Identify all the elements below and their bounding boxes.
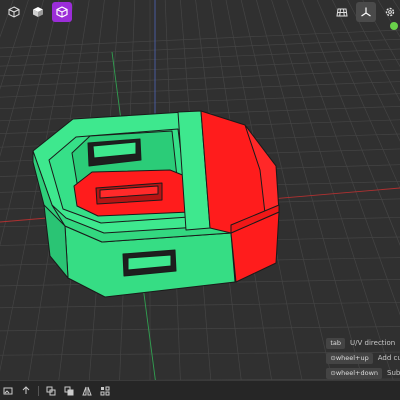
axes-icon [361,7,371,17]
toolbar-divider [38,385,39,396]
intersect-tool-button[interactable] [63,385,75,397]
image-icon [3,387,13,394]
gear-icon [385,7,395,17]
mirror-tool-button[interactable] [81,385,93,397]
shortcut-hints: tab U/V direction ⊙wheel+up Add cut ⊙whe… [326,337,400,379]
shaded-view-button[interactable] [52,2,72,22]
extrude-icon [22,385,30,394]
hint-row: ⊙wheel+up Add cut [326,352,400,364]
hint-text: U/V direction [350,339,396,347]
copy-icon [46,386,56,395]
hint-key: tab [326,337,346,349]
settings-button[interactable] [380,2,400,22]
cube-shaded-icon [56,6,68,18]
hint-key: ⊙wheel+down [326,367,383,379]
scene-toolbar [332,2,400,22]
cube-outline-icon [8,6,20,18]
extrude-tool-button[interactable] [20,385,32,397]
axes-toggle-button[interactable] [356,2,376,22]
hint-text: Subtr [387,369,400,377]
cube-solid-icon [33,7,43,17]
orientation-gizmo[interactable] [390,22,398,30]
hint-key: ⊙wheel+up [326,352,373,364]
hint-row: tab U/V direction [326,337,400,349]
copy-tool-button[interactable] [45,385,57,397]
solid-view-button[interactable] [28,2,48,22]
bottom-toolbar [0,380,400,400]
image-tool-button[interactable] [2,385,14,397]
array-tool-button[interactable] [99,385,111,397]
wireframe-view-button[interactable] [4,2,24,22]
mirror-icon [82,386,92,395]
intersect-icon [64,386,74,395]
grid-floor-icon [336,8,348,17]
view-mode-toolbar [4,2,72,22]
array-icon [100,386,110,395]
3d-model[interactable] [32,110,280,298]
hint-text: Add cut [377,354,400,362]
grid-toggle-button[interactable] [332,2,352,22]
hint-row: ⊙wheel+down Subtr [326,367,400,379]
